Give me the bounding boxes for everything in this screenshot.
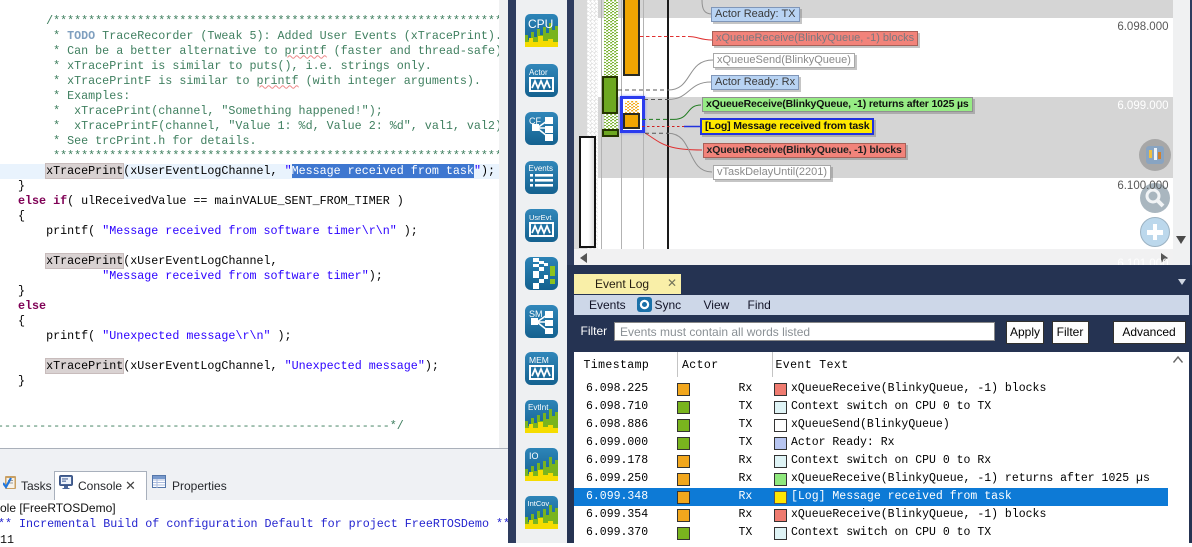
svg-text:SM: SM (529, 309, 543, 319)
svg-text:UsrEvt: UsrEvt (529, 213, 552, 222)
svg-text:CPU: CPU (528, 17, 553, 31)
svg-text:IO: IO (529, 451, 539, 461)
svg-text:Events: Events (529, 164, 553, 173)
svg-text:MEM: MEM (529, 355, 549, 365)
svg-text:Actor: Actor (529, 68, 548, 77)
svg-text:IntCov: IntCov (528, 499, 550, 508)
svg-text:EvtInt: EvtInt (528, 403, 549, 412)
